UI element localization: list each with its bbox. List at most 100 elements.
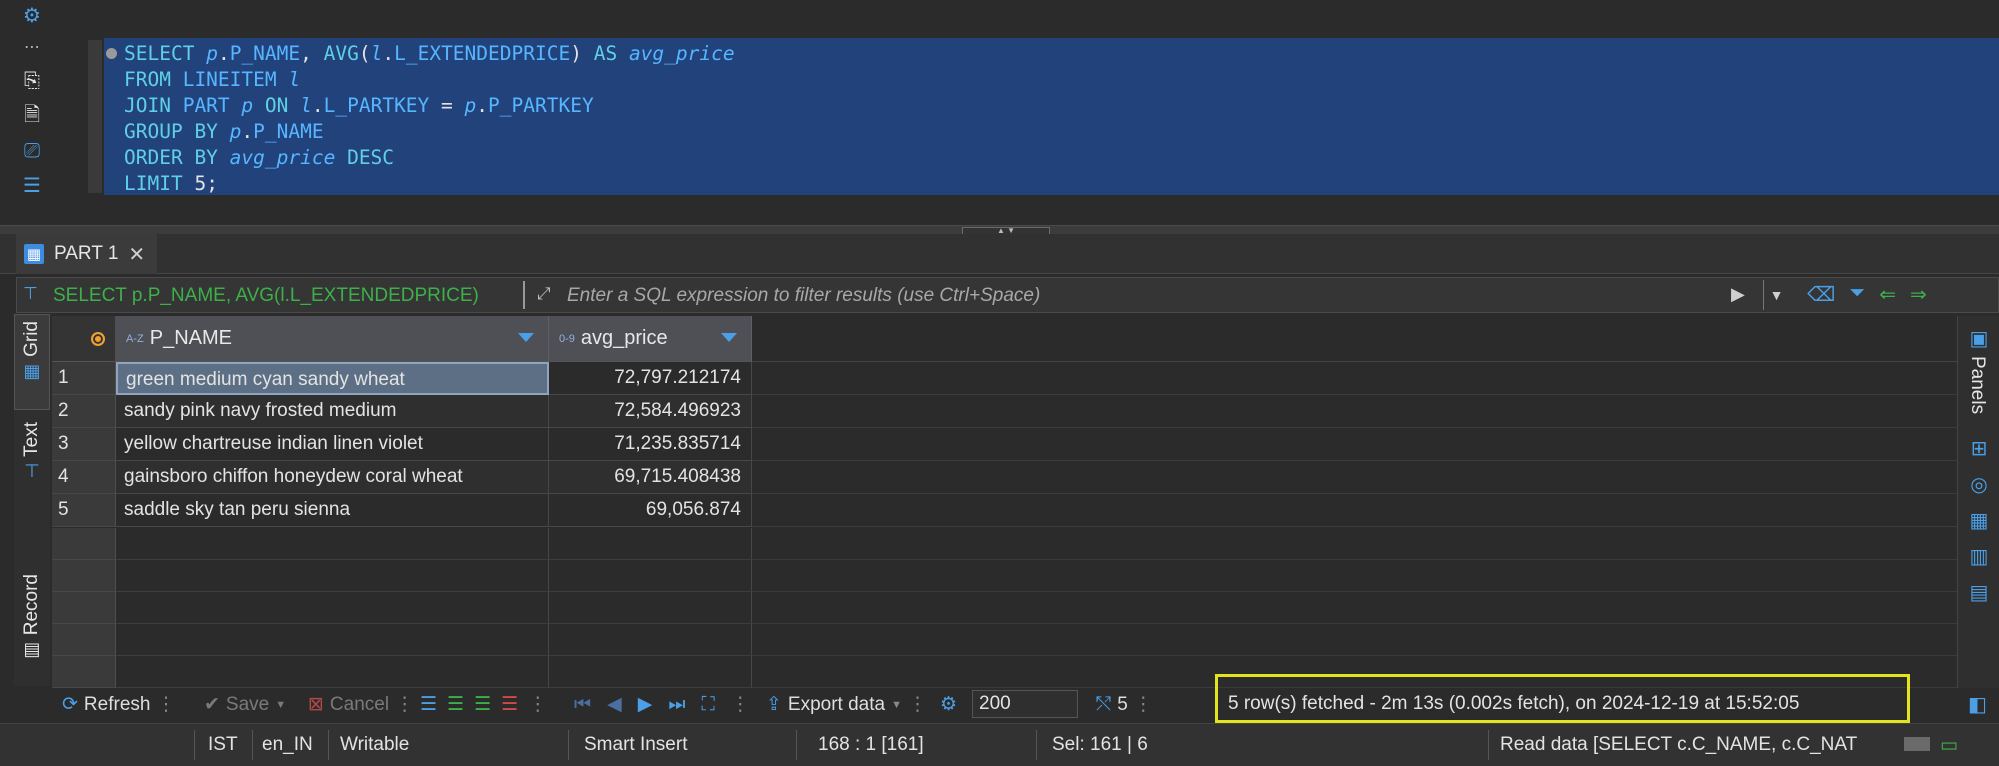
sql-line[interactable]: ORDER BY avg_price DESC: [124, 145, 735, 171]
table-row[interactable]: 5 saddle sky tan peru sienna 69,056.874: [52, 494, 1957, 527]
close-icon[interactable]: ✕: [128, 242, 145, 267]
prev-page-icon[interactable]: ◀: [607, 693, 622, 716]
row-number[interactable]: 3: [52, 428, 116, 461]
sql-line[interactable]: LIMIT 5;: [124, 171, 735, 197]
references-icon[interactable]: ▤: [1967, 580, 1991, 604]
sql-editor[interactable]: ⚙ ⋯ ⎘ 🗎 ⎚ ☰ SELECT p.P_NAME, AVG(l.L_EXT…: [0, 0, 1999, 225]
insert-mode[interactable]: Smart Insert: [584, 734, 687, 756]
sql-line[interactable]: FROM LINEITEM l: [124, 67, 735, 93]
run-script-icon[interactable]: ⎘: [18, 68, 46, 94]
delete-row-icon[interactable]: ☰: [501, 693, 518, 716]
edit-row-icon[interactable]: ☰: [420, 693, 437, 716]
eraser-icon[interactable]: ⌫: [1807, 282, 1835, 307]
table-row[interactable]: 4 gainsboro chiffon honeydew coral wheat 6…: [52, 461, 1957, 494]
cell-p-name[interactable]: yellow chartreuse indian linen violet: [116, 428, 549, 461]
outline-icon[interactable]: ☰: [18, 172, 46, 198]
sql-line[interactable]: SELECT p.P_NAME, AVG(l.L_EXTENDEDPRICE) …: [124, 41, 735, 67]
filter-bar: ⊤ SELECT p.P_NAME, AVG(l.L_EXTENDEDPRICE…: [16, 277, 1999, 313]
sql-token: .: [382, 42, 395, 65]
grouping-icon[interactable]: ▥: [1967, 544, 1991, 568]
refresh-button[interactable]: ⟳ Refresh ⋮: [62, 693, 175, 716]
layout-toggle-icon[interactable]: ◧: [1968, 692, 1987, 717]
column-header-p-name[interactable]: A-Z P_NAME: [116, 316, 549, 362]
cell-p-name[interactable]: gainsboro chiffon honeydew coral wheat: [116, 461, 549, 494]
row-edit-tools: ☰ ☰ ☰ ☰ ⋮: [420, 693, 547, 716]
cell-p-name[interactable]: green medium cyan sandy wheat: [116, 362, 549, 395]
editor-results-splitter[interactable]: ▲ ▼: [0, 225, 1999, 235]
timezone-indicator[interactable]: IST: [208, 734, 238, 756]
fetch-all-icon[interactable]: ⛶: [701, 694, 714, 716]
forward-arrow-icon[interactable]: ⇒: [1910, 282, 1927, 307]
cell-avg-price[interactable]: 69,715.408438: [549, 461, 752, 494]
cell-p-name[interactable]: sandy pink navy frosted medium: [116, 395, 549, 428]
cell-avg-price[interactable]: 71,235.835714: [549, 428, 752, 461]
sql-filter-icon[interactable]: ⊤: [23, 284, 38, 304]
funnel-icon[interactable]: ⏷: [1849, 282, 1865, 307]
back-arrow-icon[interactable]: ⇐: [1879, 282, 1896, 307]
sql-token: ORDER BY: [124, 146, 230, 169]
sql-line[interactable]: GROUP BY p.P_NAME: [124, 119, 735, 145]
gear-icon[interactable]: ⚙: [18, 2, 46, 28]
save-button[interactable]: ✔ Save ▼: [204, 693, 286, 716]
column-header-avg-price[interactable]: 0-9 avg_price: [549, 316, 752, 362]
sql-token: PART: [182, 94, 242, 117]
editor-mode[interactable]: Writable: [340, 734, 409, 756]
chevron-down-icon[interactable]: ▼: [891, 699, 902, 711]
metadata-icon[interactable]: ◎: [1967, 472, 1991, 496]
background-task[interactable]: Read data [SELECT c.C_NAME, c.C_NAT: [1500, 734, 1898, 756]
sort-dropdown-icon[interactable]: [518, 333, 534, 342]
fetch-size-input[interactable]: 200: [972, 690, 1078, 718]
first-page-icon[interactable]: ⏮: [574, 694, 591, 716]
next-page-icon[interactable]: ▶: [638, 693, 653, 716]
row-number[interactable]: 2: [52, 395, 116, 428]
chevron-down-icon[interactable]: ▼: [275, 699, 286, 711]
cancel-button[interactable]: ⊠ Cancel ⋮: [308, 693, 414, 716]
sql-line[interactable]: JOIN PART p ON l.L_PARTKEY = p.P_PARTKEY: [124, 93, 735, 119]
sql-token: JOIN: [124, 94, 183, 117]
fetch-settings-button[interactable]: ⚙: [940, 693, 957, 716]
cell-avg-price[interactable]: 69,056.874: [549, 494, 752, 527]
tab-record[interactable]: Record ▤: [14, 570, 50, 686]
locale-indicator[interactable]: en_IN: [262, 734, 313, 756]
row-count-label: 5: [1117, 693, 1128, 715]
filter-input[interactable]: Enter a SQL expression to filter results…: [567, 285, 1040, 307]
results-grid[interactable]: A-Z P_NAME 0-9 avg_price 1 green medium c…: [52, 316, 1957, 688]
tab-grid[interactable]: Grid ▦: [14, 314, 50, 410]
row-number-header[interactable]: [52, 316, 116, 362]
table-row[interactable]: 3 yellow chartreuse indian linen violet 71…: [52, 428, 1957, 461]
copy-row-icon[interactable]: ☰: [474, 693, 491, 716]
run-error-icon[interactable]: 🗎: [18, 104, 46, 130]
tab-record-label: Record: [21, 574, 42, 636]
calculator-icon[interactable]: ▦: [1967, 508, 1991, 532]
sql-token: .: [241, 120, 254, 143]
table-row[interactable]: 1 green medium cyan sandy wheat 72,797.212…: [52, 362, 1957, 395]
cell-p-name[interactable]: saddle sky tan peru sienna: [116, 494, 549, 527]
tab-results-part1[interactable]: ▦ PART 1 ✕: [16, 234, 158, 274]
expand-filter-icon[interactable]: ⤢: [537, 284, 551, 304]
row-number[interactable]: 1: [52, 362, 116, 395]
cell-avg-price[interactable]: 72,584.496923: [549, 395, 752, 428]
export-data-button[interactable]: ⇪ Export data ▼ ⋮: [766, 693, 927, 716]
value-viewer-icon[interactable]: ⊞: [1967, 436, 1991, 460]
row-count-button[interactable]: ⤲ 5 ⋮: [1096, 693, 1153, 716]
column-name: avg_price: [580, 327, 668, 349]
filter-history-dropdown[interactable]: ▼: [1763, 280, 1789, 310]
sql-code[interactable]: SELECT p.P_NAME, AVG(l.L_EXTENDEDPRICE) …: [124, 41, 735, 197]
cursor-position[interactable]: 168 : 1 [161]: [818, 734, 924, 756]
record-mode-icon[interactable]: [90, 331, 105, 346]
memory-icon[interactable]: ▭: [1940, 734, 1958, 757]
panels-icon[interactable]: ▣: [1967, 326, 1991, 350]
tab-text[interactable]: Text ⊤: [14, 418, 50, 508]
apply-filter-icon[interactable]: ▶: [1731, 284, 1745, 305]
sort-dropdown-icon[interactable]: [721, 333, 737, 342]
add-row-icon[interactable]: ☰: [447, 693, 464, 716]
table-row[interactable]: 2 sandy pink navy frosted medium 72,584.49…: [52, 395, 1957, 428]
panels-label[interactable]: Panels: [1966, 356, 1988, 414]
cell-avg-price[interactable]: 72,797.212174: [549, 362, 752, 395]
more-icon[interactable]: ⋯: [18, 34, 46, 60]
export-icon[interactable]: ⎚: [18, 138, 46, 164]
row-number[interactable]: 5: [52, 494, 116, 527]
row-number[interactable]: 4: [52, 461, 116, 494]
last-page-icon[interactable]: ⏭: [668, 694, 685, 716]
sql-token: l: [300, 94, 312, 117]
